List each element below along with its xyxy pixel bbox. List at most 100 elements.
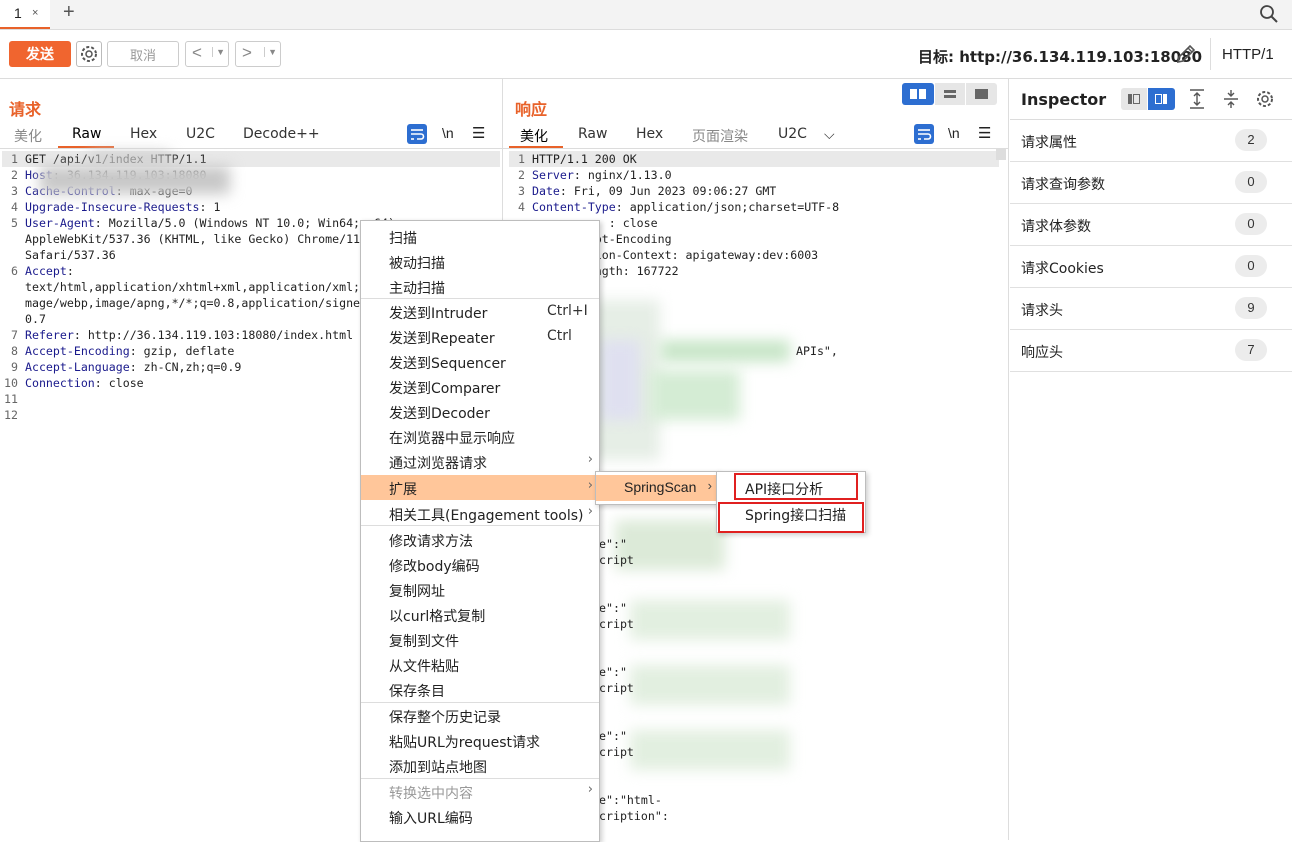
more-tabs-chevron-icon[interactable]: ⌵ (824, 126, 835, 143)
request-tab-pretty[interactable]: 美化 (14, 126, 42, 146)
context-menu-item[interactable]: 通过浏览器请求 › (361, 449, 599, 474)
inspector-row-request-headers[interactable]: 请求头 9 (1010, 288, 1292, 330)
line-number: 7 (11, 328, 18, 342)
request-tab-u2c[interactable]: U2C (186, 126, 215, 142)
forward-arrow-icon: > (242, 43, 252, 62)
response-fragment: APIs", (796, 344, 838, 358)
chevron-down-icon[interactable]: ▼ (212, 47, 225, 57)
inspector-row-request-attributes[interactable]: 请求属性 2 (1010, 120, 1292, 162)
search-icon[interactable] (1259, 4, 1279, 27)
gear-icon[interactable] (1254, 88, 1276, 113)
inspector-layout-toggle[interactable] (1121, 88, 1175, 110)
inspector-row-count: 9 (1235, 297, 1267, 319)
context-menu-item[interactable]: 发送到Comparer (361, 374, 599, 399)
context-menu-item[interactable]: 保存条目 (361, 677, 599, 702)
settings-button[interactable] (76, 41, 102, 67)
side-by-side-view-icon[interactable] (902, 83, 934, 105)
header-value: mage/webp,image/apng,*/*;q=0.8,applicati… (24, 296, 368, 310)
context-menu-item[interactable]: 修改请求方法 (361, 527, 599, 552)
target-label[interactable]: 目标: http://36.134.119.103:18080 (918, 46, 1202, 67)
tab-close-icon[interactable]: × (32, 7, 38, 19)
response-fragment: e":" (599, 665, 627, 679)
cancel-button[interactable]: 取消 (107, 41, 179, 67)
request-tab-hex[interactable]: Hex (130, 126, 157, 142)
line-number: 1 (11, 152, 18, 166)
context-menu-item[interactable]: 相关工具(Engagement tools) › (361, 501, 599, 526)
inspector-row-query-params[interactable]: 请求查询参数 0 (1010, 162, 1292, 204)
context-menu-item[interactable]: 以curl格式复制 (361, 602, 599, 627)
inspector-row-cookies[interactable]: 请求Cookies 0 (1010, 246, 1292, 288)
response-tab-raw[interactable]: Raw (578, 126, 607, 142)
context-menu-item[interactable]: 在浏览器中显示响应 (361, 424, 599, 449)
menu-item-shortcut: Ctrl (547, 328, 572, 344)
response-tab-u2c[interactable]: U2C (778, 126, 807, 142)
header-value: : http://36.134.119.103:18080/index.html (73, 328, 354, 342)
context-menu-item[interactable]: 被动扫描 (361, 249, 599, 274)
context-menu-item[interactable]: 粘贴URL为request请求 (361, 728, 599, 753)
word-wrap-icon[interactable] (914, 124, 934, 144)
request-tab-decode[interactable]: Decode++ (243, 126, 320, 142)
http-version-toggle[interactable]: HTTP/1 (1222, 46, 1274, 63)
context-menu-item[interactable]: 扩展 › (361, 475, 599, 500)
context-menu-item[interactable]: 从文件粘贴 (361, 652, 599, 677)
inspector-row-response-headers[interactable]: 响应头 7 (1010, 330, 1292, 372)
code-line[interactable]: 2 Server: nginx/1.13.0 (509, 167, 999, 183)
context-menu-item[interactable]: 保存整个历史记录 (361, 703, 599, 728)
response-tab-hex[interactable]: Hex (636, 126, 663, 142)
back-button[interactable]: < ▼ (185, 41, 229, 67)
menu-item-label: 添加到站点地图 (389, 760, 487, 776)
tab-strip (0, 0, 1292, 30)
context-menu-item[interactable]: 主动扫描 (361, 274, 599, 299)
extension-submenu: SpringScan › (595, 471, 719, 505)
menu-item-label: 从文件粘贴 (389, 659, 459, 675)
inspector-row-body-params[interactable]: 请求体参数 0 (1010, 204, 1292, 246)
header-value: : application/json;charset=UTF-8 (615, 200, 840, 214)
context-menu-item[interactable]: 输入URL编码 (361, 804, 599, 829)
context-menu-item[interactable]: 复制网址 (361, 577, 599, 602)
context-menu-item[interactable]: 添加到站点地图 (361, 753, 599, 778)
stacked-view-icon[interactable] (935, 83, 965, 105)
response-scrollbar[interactable] (996, 148, 1006, 160)
submenu-item-springscan[interactable]: SpringScan › (596, 475, 718, 501)
context-menu-item[interactable]: 复制到文件 (361, 627, 599, 652)
request-title: 请求 (9, 100, 42, 119)
edit-pencil-icon[interactable] (1174, 42, 1198, 69)
context-menu-item[interactable]: 发送到Sequencer (361, 349, 599, 374)
tab-1[interactable]: 1 × (0, 0, 50, 29)
chevron-down-icon[interactable]: ▼ (264, 47, 277, 57)
code-line[interactable]: 1 HTTP/1.1 200 OK (509, 151, 999, 167)
menu-item-label: 发送到Sequencer (389, 356, 506, 372)
request-tab-divider (0, 148, 502, 149)
view-layout-toggle[interactable] (902, 83, 997, 105)
inspector-row-label: 请求属性 (1021, 135, 1077, 151)
expand-all-icon[interactable] (1187, 88, 1207, 113)
tab-1-label: 1 (14, 5, 22, 21)
left-panel-icon[interactable] (1121, 88, 1147, 110)
context-menu-item[interactable]: 发送到Repeater Ctrl (361, 324, 599, 349)
right-panel-icon[interactable] (1148, 88, 1175, 110)
code-line[interactable]: 3 Date: Fri, 09 Jun 2023 09:06:27 GMT (509, 183, 999, 199)
menu-icon[interactable]: ☰ (978, 124, 991, 142)
collapse-all-icon[interactable] (1221, 88, 1241, 113)
menu-icon[interactable]: ☰ (472, 124, 485, 142)
newline-toggle[interactable]: \n (948, 125, 960, 141)
code-line[interactable]: 4 Upgrade-Insecure-Requests: 1 (2, 199, 500, 215)
code-line[interactable]: 4 Content-Type: application/json;charset… (509, 199, 999, 215)
forward-button[interactable]: > ▼ (235, 41, 281, 67)
single-view-icon[interactable] (966, 83, 997, 105)
add-tab-button[interactable]: + (63, 1, 75, 24)
request-tab-raw[interactable]: Raw (72, 126, 101, 142)
menu-item-label: 以curl格式复制 (389, 609, 486, 625)
response-tab-pretty[interactable]: 美化 (520, 126, 548, 146)
context-menu-item[interactable]: 发送到Decoder (361, 399, 599, 424)
context-menu-item[interactable]: 扫描 (361, 224, 599, 249)
send-button[interactable]: 发送 (9, 41, 71, 67)
submenu-item-label: SpringScan (624, 479, 697, 495)
redacted-area (630, 665, 790, 705)
newline-toggle[interactable]: \n (442, 125, 454, 141)
context-menu-item[interactable]: 修改body编码 (361, 552, 599, 577)
code-line[interactable]: 1 GET /api/v1/index HTTP/1.1 (2, 151, 500, 167)
response-tab-render[interactable]: 页面渲染 (692, 126, 748, 146)
word-wrap-icon[interactable] (407, 124, 427, 144)
context-menu-item[interactable]: 发送到Intruder Ctrl+I (361, 299, 599, 324)
